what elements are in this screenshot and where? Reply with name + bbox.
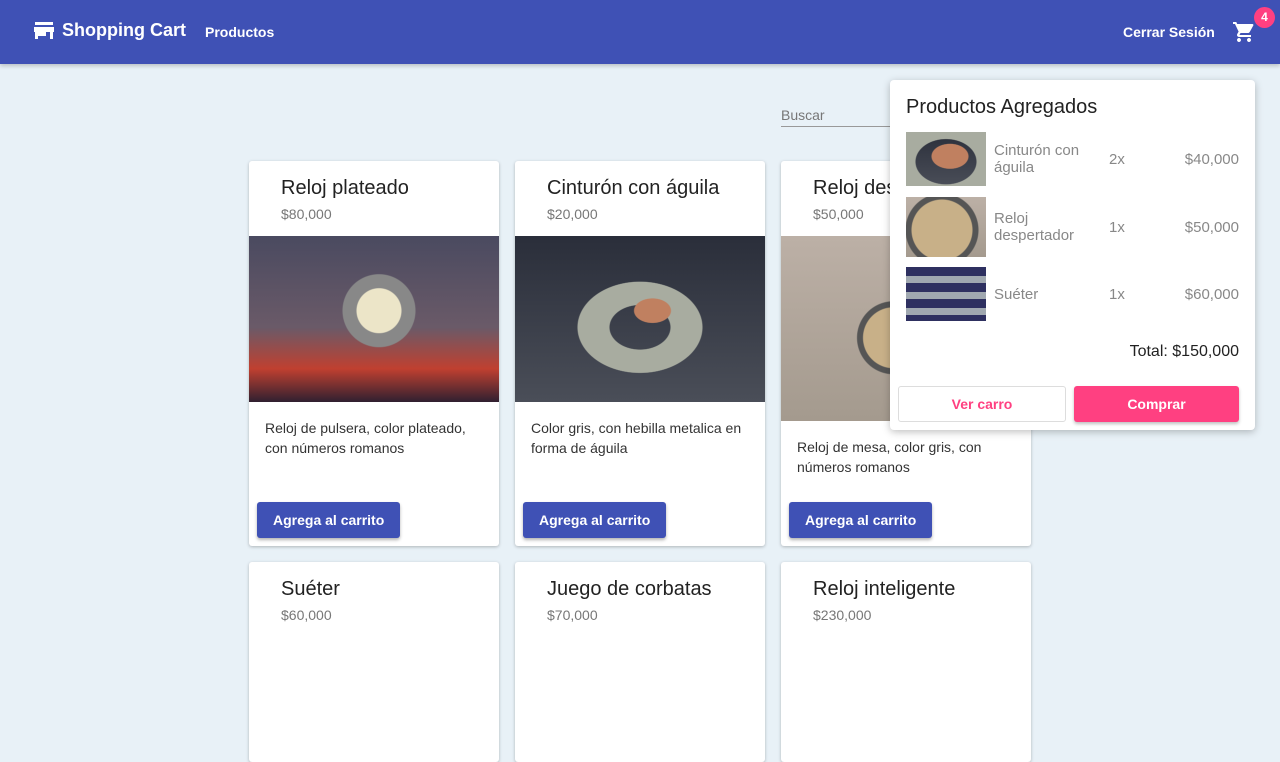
cart-item: Reloj despertador 1x $50,000 <box>906 197 1239 257</box>
logout-button[interactable]: Cerrar Sesión <box>1123 24 1215 40</box>
product-price: $60,000 <box>281 607 332 623</box>
cart-item-thumbnail <box>906 197 986 257</box>
brand-title: Shopping Cart <box>62 20 186 40</box>
add-to-cart-button[interactable]: Agrega al carrito <box>789 502 933 538</box>
cart-item-price: $40,000 <box>1184 150 1239 168</box>
product-card: Cinturón con águila $20,000 Color gris, … <box>515 161 765 546</box>
brand-link[interactable]: Shopping Cart <box>34 20 186 41</box>
product-description: Color gris, con hebilla metalica en form… <box>531 420 742 456</box>
cart-total: Total: $150,000 <box>1129 343 1239 360</box>
product-name: Suéter <box>281 578 340 600</box>
product-price: $20,000 <box>547 206 598 222</box>
product-name: Juego de corbatas <box>547 578 712 600</box>
product-price: $70,000 <box>547 607 598 623</box>
product-price: $80,000 <box>281 206 332 222</box>
view-cart-button[interactable]: Ver carro <box>898 386 1066 422</box>
product-image <box>249 236 499 402</box>
store-icon <box>34 21 54 39</box>
product-description: Reloj de pulsera, color plateado, con nú… <box>265 420 466 456</box>
product-name: Cinturón con águila <box>547 177 720 199</box>
product-card: Suéter $60,000 <box>249 562 499 762</box>
cart-item-price: $50,000 <box>1184 218 1239 236</box>
cart-item-qty: 1x <box>1109 218 1125 236</box>
product-price: $230,000 <box>813 607 872 623</box>
cart-popup-title: Productos Agregados <box>906 96 1098 118</box>
product-image <box>515 236 765 402</box>
cart-item-name: Suéter <box>994 285 1039 303</box>
cart-item-thumbnail <box>906 267 986 321</box>
cart-item-thumbnail <box>906 132 986 186</box>
cart-count-badge: 4 <box>1254 7 1275 28</box>
nav-productos[interactable]: Productos <box>205 24 274 40</box>
cart-item-name: Cinturón con águila <box>994 142 1080 176</box>
add-to-cart-button[interactable]: Agrega al carrito <box>257 502 401 538</box>
product-card: Reloj plateado $80,000 Reloj de pulsera,… <box>249 161 499 546</box>
cart-item-qty: 2x <box>1109 150 1125 168</box>
cart-item-qty: 1x <box>1109 285 1125 303</box>
cart-item: Cinturón con águila 2x $40,000 <box>906 132 1239 186</box>
product-name: Reloj inteligente <box>813 578 956 600</box>
shopping-cart-icon[interactable] <box>1232 20 1256 44</box>
cart-item-name: Reloj despertador <box>994 210 1075 244</box>
product-name: Reloj plateado <box>281 177 409 199</box>
add-to-cart-button[interactable]: Agrega al carrito <box>523 502 667 538</box>
cart-item-price: $60,000 <box>1184 285 1239 303</box>
top-app-bar: Shopping Cart Productos Cerrar Sesión 4 <box>0 0 1280 64</box>
cart-item: Suéter 1x $60,000 <box>906 267 1239 321</box>
buy-button[interactable]: Comprar <box>1074 386 1239 422</box>
product-card: Juego de corbatas $70,000 <box>515 562 765 762</box>
product-card: Reloj inteligente $230,000 <box>781 562 1031 762</box>
cart-popup: Productos Agregados Cinturón con águila … <box>890 80 1255 430</box>
